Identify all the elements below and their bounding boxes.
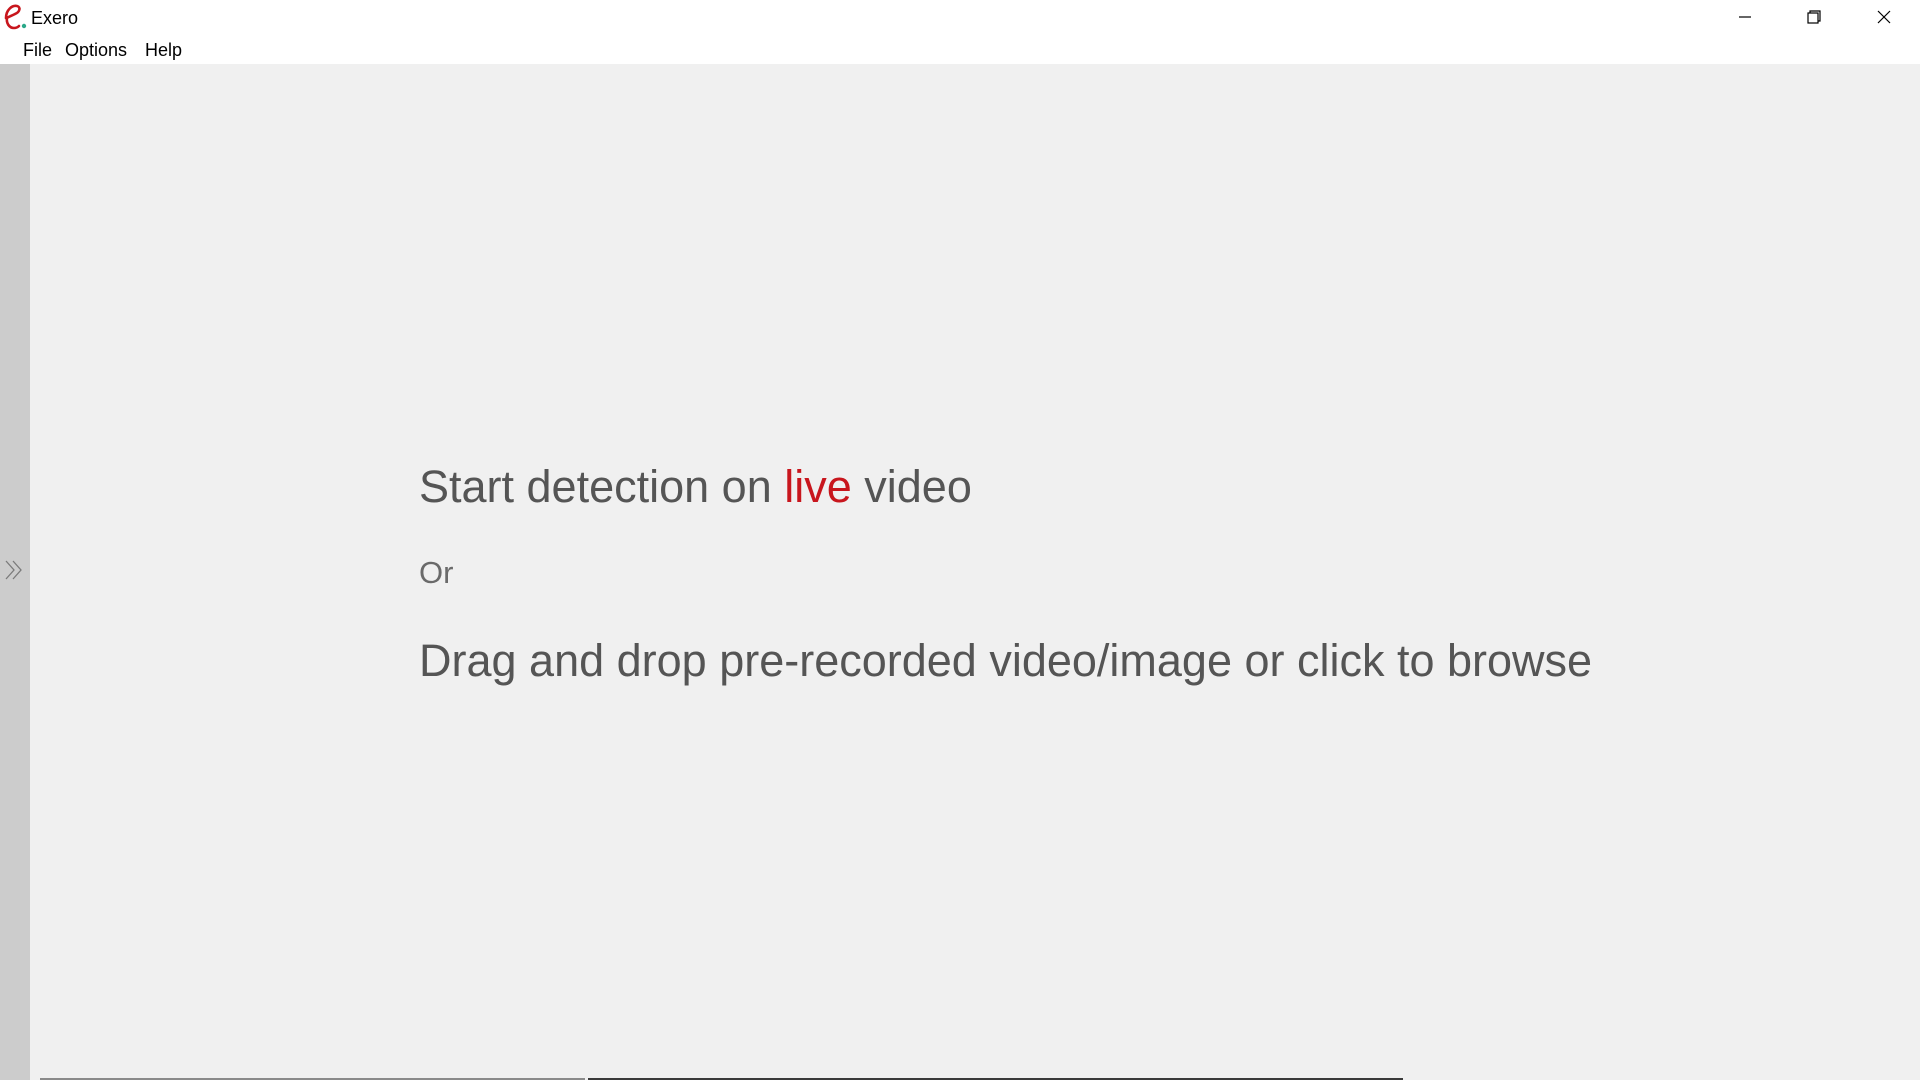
exero-logo-icon [4, 4, 27, 30]
restore-icon [1807, 10, 1821, 24]
live-prefix-text: Start detection on [419, 461, 785, 512]
title-bar[interactable]: Exero [0, 0, 1920, 36]
app-title: Exero [31, 8, 79, 28]
or-separator-text: Or [419, 555, 454, 590]
drop-zone[interactable]: Start detection on live video Or Drag an… [30, 64, 1920, 1080]
live-suffix-text: video [851, 461, 972, 512]
minimize-button[interactable] [1710, 0, 1780, 34]
start-live-detection-link[interactable]: Start detection on live video [419, 461, 972, 513]
browse-file-link[interactable]: Drag and drop pre-recorded video/image o… [419, 635, 1592, 687]
double-chevron-right-icon[interactable] [3, 555, 27, 585]
collapsed-side-panel[interactable] [0, 64, 30, 1080]
restore-button[interactable] [1779, 0, 1849, 34]
content-area: Start detection on live video Or Drag an… [0, 64, 1920, 1080]
menu-options[interactable]: Options [65, 40, 127, 61]
close-icon [1877, 10, 1891, 24]
close-button[interactable] [1849, 0, 1919, 34]
menu-bar: File Options Help [0, 36, 1920, 64]
menu-file[interactable]: File [23, 40, 52, 61]
live-word-highlight: live [784, 461, 852, 512]
app-window: Exero File Options Help Start detection … [0, 0, 1920, 1080]
menu-help[interactable]: Help [145, 40, 182, 61]
minimize-icon [1739, 16, 1751, 18]
